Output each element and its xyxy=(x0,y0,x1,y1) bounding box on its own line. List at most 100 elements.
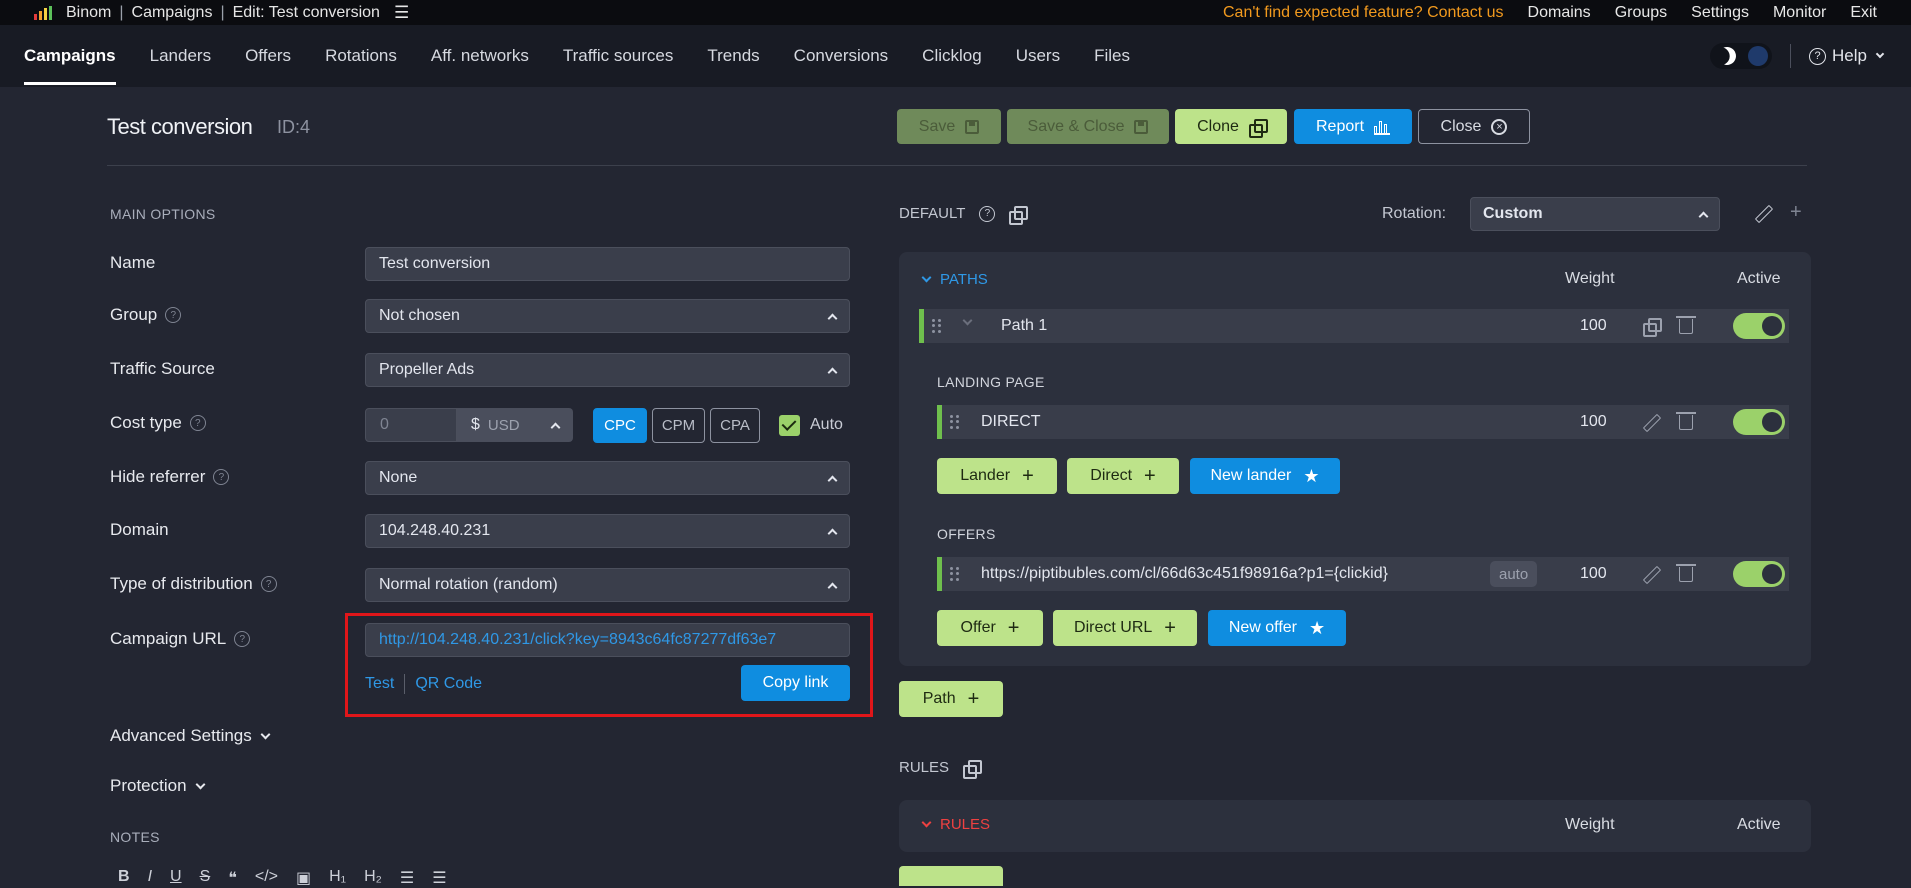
help-icon[interactable]: ? xyxy=(260,576,277,592)
close-button[interactable]: Close × xyxy=(1418,109,1530,144)
hide-referrer-select[interactable]: None xyxy=(365,461,850,495)
top-link-settings[interactable]: Settings xyxy=(1691,4,1749,22)
underline-icon[interactable]: U xyxy=(170,868,182,888)
edit-icon[interactable] xyxy=(1643,566,1659,582)
new-offer-button[interactable]: New offer ★ xyxy=(1208,610,1346,646)
paths-toggle[interactable]: PATHS xyxy=(921,271,988,288)
new-lander-button[interactable]: New lander ★ xyxy=(1190,458,1340,494)
offer-row[interactable]: https://piptibubles.com/cl/66d63c451f989… xyxy=(937,557,1789,591)
add-path-button[interactable]: Path + xyxy=(899,681,1003,717)
edit-rotation-icon[interactable] xyxy=(1755,205,1771,221)
ordered-list-icon[interactable]: ☰ xyxy=(400,868,414,888)
top-link-monitor[interactable]: Monitor xyxy=(1773,4,1826,22)
advanced-settings-toggle[interactable]: Advanced Settings xyxy=(110,726,271,746)
heading1-icon[interactable]: H₁ xyxy=(329,868,346,888)
help-menu[interactable]: ? Help xyxy=(1809,46,1885,66)
bold-icon[interactable]: B xyxy=(118,868,130,888)
trash-icon[interactable] xyxy=(1676,564,1696,582)
nav-clicklog[interactable]: Clicklog xyxy=(922,25,982,87)
theme-toggle[interactable] xyxy=(1710,43,1773,69)
landing-active-toggle[interactable] xyxy=(1733,409,1785,435)
distribution-select[interactable]: Normal rotation (random) xyxy=(365,568,850,602)
top-link-domains[interactable]: Domains xyxy=(1528,4,1591,22)
help-icon[interactable]: ? xyxy=(213,469,230,485)
add-rotation-icon[interactable]: + xyxy=(1790,202,1802,222)
qr-code-link[interactable]: QR Code xyxy=(415,675,482,693)
drag-handle-icon[interactable] xyxy=(950,415,960,429)
code-icon[interactable]: </> xyxy=(255,868,278,888)
save-button[interactable]: Save xyxy=(897,109,1001,144)
strikethrough-icon[interactable]: S xyxy=(200,868,211,888)
offer-auto-badge[interactable]: auto xyxy=(1490,561,1538,587)
rotation-select[interactable]: Custom xyxy=(1470,197,1720,231)
cost-input[interactable]: 0 xyxy=(365,408,457,442)
save-and-close-button[interactable]: Save & Close xyxy=(1007,109,1169,144)
nav-aff-networks[interactable]: Aff. networks xyxy=(431,25,529,87)
url-actions: Test QR Code xyxy=(365,674,482,694)
cost-model-cpm[interactable]: CPM xyxy=(652,408,705,443)
copy-icon[interactable] xyxy=(963,759,983,779)
landing-row[interactable]: DIRECT 100 xyxy=(937,405,1789,439)
path-weight[interactable]: 100 xyxy=(1580,317,1607,335)
currency-select[interactable]: $ USD xyxy=(457,408,573,442)
trash-icon[interactable] xyxy=(1676,316,1696,334)
nav-offers[interactable]: Offers xyxy=(245,25,291,87)
copy-icon[interactable] xyxy=(1643,318,1662,337)
top-link-groups[interactable]: Groups xyxy=(1615,4,1667,22)
copy-icon[interactable] xyxy=(1009,205,1029,225)
help-icon[interactable]: ? xyxy=(165,307,182,323)
landing-weight[interactable]: 100 xyxy=(1580,413,1607,431)
breadcrumb-campaigns[interactable]: Campaigns xyxy=(132,4,213,22)
nav-users[interactable]: Users xyxy=(1016,25,1060,87)
nav-campaigns[interactable]: Campaigns xyxy=(24,25,116,87)
nav-files[interactable]: Files xyxy=(1094,25,1130,87)
group-select[interactable]: Not chosen xyxy=(365,299,850,333)
offer-active-toggle[interactable] xyxy=(1733,561,1785,587)
quote-icon[interactable]: ❝ xyxy=(228,868,237,888)
brand-name[interactable]: Binom xyxy=(66,4,111,22)
help-icon[interactable]: ? xyxy=(979,205,996,222)
edit-icon[interactable] xyxy=(1643,414,1659,430)
protection-toggle[interactable]: Protection xyxy=(110,776,205,796)
drag-handle-icon[interactable] xyxy=(950,567,960,581)
domain-select[interactable]: 104.248.40.231 xyxy=(365,514,850,548)
heading2-icon[interactable]: H₂ xyxy=(364,868,382,888)
bullet-list-icon[interactable]: ☰ xyxy=(432,868,446,888)
nav-conversions[interactable]: Conversions xyxy=(794,25,889,87)
list-icon[interactable]: ☰ xyxy=(394,3,409,23)
path-active-toggle[interactable] xyxy=(1733,313,1785,339)
help-icon[interactable]: ? xyxy=(189,415,206,431)
campaign-url-field[interactable]: http://104.248.40.231/click?key=8943c64f… xyxy=(365,623,850,657)
nav-traffic-sources[interactable]: Traffic sources xyxy=(563,25,674,87)
add-lander-button[interactable]: Lander + xyxy=(937,458,1057,494)
rules-section-header: RULES xyxy=(899,759,983,779)
chevron-down-icon[interactable] xyxy=(962,315,973,326)
cost-model-cpa[interactable]: CPA xyxy=(710,408,760,443)
rules-toggle[interactable]: RULES xyxy=(921,816,990,833)
offer-weight[interactable]: 100 xyxy=(1580,565,1607,583)
auto-checkbox[interactable] xyxy=(779,415,800,436)
add-offer-button[interactable]: Offer + xyxy=(937,610,1043,646)
help-icon[interactable]: ? xyxy=(234,631,251,647)
contact-us-link[interactable]: Can't find expected feature? Contact us xyxy=(1223,4,1504,22)
traffic-source-select[interactable]: Propeller Ads xyxy=(365,353,850,387)
add-direct-button[interactable]: Direct + xyxy=(1067,458,1179,494)
top-link-exit[interactable]: Exit xyxy=(1850,4,1877,22)
add-direct-url-button[interactable]: Direct URL + xyxy=(1053,610,1197,646)
test-link[interactable]: Test xyxy=(365,675,394,693)
report-button[interactable]: Report xyxy=(1294,109,1412,144)
image-icon[interactable]: ▣ xyxy=(296,868,311,888)
italic-icon[interactable]: I xyxy=(148,868,152,888)
name-input[interactable]: Test conversion xyxy=(365,247,850,281)
add-rule-button[interactable] xyxy=(899,866,1003,886)
nav-rotations[interactable]: Rotations xyxy=(325,25,397,87)
nav-trends[interactable]: Trends xyxy=(707,25,759,87)
drag-handle-icon[interactable] xyxy=(932,319,942,333)
campaign-id: ID:4 xyxy=(277,117,311,137)
clone-button[interactable]: Clone xyxy=(1175,109,1287,144)
cost-model-cpc[interactable]: CPC xyxy=(593,408,647,443)
nav-landers[interactable]: Landers xyxy=(150,25,211,87)
copy-link-button[interactable]: Copy link xyxy=(741,665,850,701)
trash-icon[interactable] xyxy=(1676,412,1696,430)
path-row[interactable]: Path 1 100 xyxy=(919,309,1789,343)
